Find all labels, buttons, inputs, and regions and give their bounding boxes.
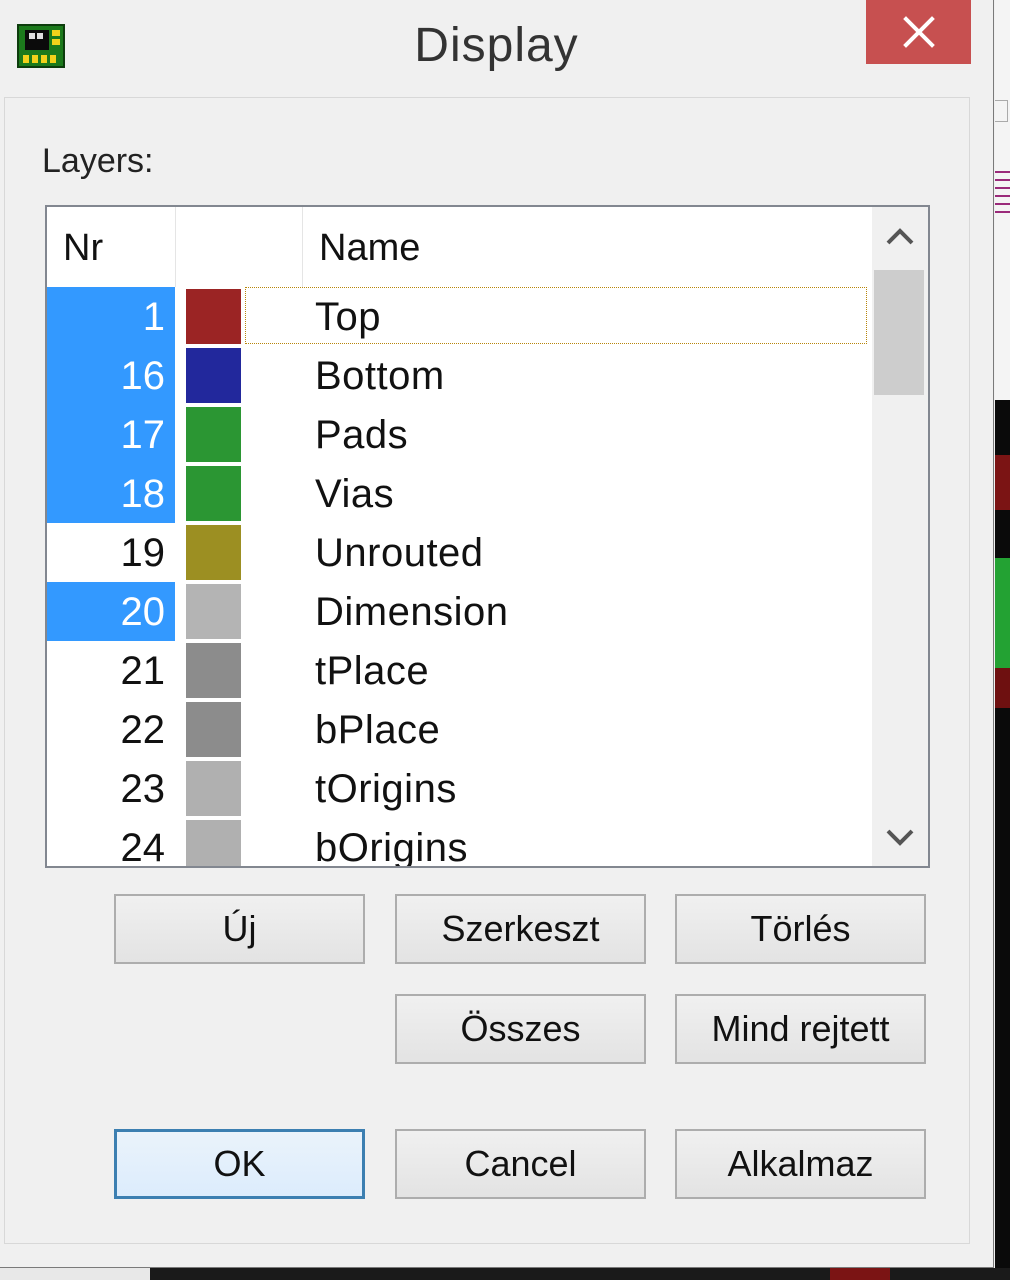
layer-color-swatch: [186, 761, 241, 816]
background-app-strip: [995, 0, 1010, 1280]
layer-number: 16: [47, 346, 175, 405]
scrollbar-thumb[interactable]: [874, 270, 924, 395]
layer-color-swatch: [186, 466, 241, 521]
delete-layer-button[interactable]: Törlés: [675, 894, 926, 964]
chevron-up-icon: [886, 228, 914, 245]
background-window-edge: [995, 100, 1008, 122]
layer-color-swatch: [186, 407, 241, 462]
ok-button[interactable]: OK: [114, 1129, 365, 1199]
window-title: Display: [414, 19, 579, 72]
apply-button[interactable]: Alkalmaz: [675, 1129, 926, 1199]
layer-row[interactable]: 17 Pads: [47, 405, 872, 464]
close-button[interactable]: [866, 0, 971, 64]
background-canvas-red-2: [995, 668, 1010, 708]
layer-number: 17: [47, 405, 175, 464]
list-header: Nr Name: [47, 207, 872, 287]
column-separator: [302, 207, 303, 287]
layer-name: Vias: [315, 472, 395, 516]
focus-rectangle: [245, 287, 867, 344]
layer-color-swatch: [186, 289, 241, 344]
layer-color-swatch: [186, 348, 241, 403]
background-taskbar-red: [830, 1268, 890, 1280]
layer-name: bPlace: [315, 708, 441, 752]
layer-row[interactable]: 16 Bottom: [47, 346, 872, 405]
layer-color-swatch: [186, 820, 241, 866]
layer-row[interactable]: 21 tPlace: [47, 641, 872, 700]
vertical-scrollbar[interactable]: [872, 207, 928, 866]
layer-name: Pads: [315, 413, 409, 457]
layer-name: Unrouted: [315, 531, 484, 575]
layer-number: 23: [120, 767, 166, 811]
column-separator: [175, 207, 176, 287]
layer-number: 21: [120, 649, 166, 693]
edit-layer-button[interactable]: Szerkeszt: [395, 894, 646, 964]
chevron-down-icon: [886, 829, 914, 846]
layer-color-swatch: [186, 643, 241, 698]
layer-row[interactable]: 1 Top: [47, 287, 872, 346]
background-canvas: [995, 400, 1010, 1280]
background-taskbar-segment: [0, 1268, 150, 1280]
layer-color-swatch: [186, 525, 241, 580]
scroll-down-button[interactable]: [872, 807, 928, 866]
layer-name: bOrigins: [315, 826, 468, 868]
layer-row[interactable]: 19 Unrouted: [47, 523, 872, 582]
hide-all-button[interactable]: Mind rejtett: [675, 994, 926, 1064]
layer-row[interactable]: 18 Vias: [47, 464, 872, 523]
layer-name: Dimension: [315, 590, 509, 634]
layer-name: tPlace: [315, 649, 430, 693]
layer-color-swatch: [186, 702, 241, 757]
scroll-up-button[interactable]: [872, 207, 928, 267]
layer-number: 22: [120, 708, 166, 752]
show-all-button[interactable]: Összes: [395, 994, 646, 1064]
background-canvas-red: [995, 455, 1010, 510]
title-bar: Display: [0, 0, 993, 96]
background-bottom-strip: [0, 1268, 1010, 1280]
layer-number: 19: [120, 531, 166, 575]
cancel-button[interactable]: Cancel: [395, 1129, 646, 1199]
background-traces: [995, 165, 1010, 215]
column-header-name[interactable]: Name: [319, 207, 420, 287]
layer-number: 18: [47, 464, 175, 523]
layers-label: Layers:: [42, 142, 154, 180]
layer-name: tOrigins: [315, 767, 457, 811]
layer-number: 1: [47, 287, 175, 346]
layer-name: Bottom: [315, 354, 445, 398]
new-layer-button[interactable]: Új: [114, 894, 365, 964]
background-canvas-green: [995, 558, 1010, 668]
column-header-nr[interactable]: Nr: [63, 207, 103, 287]
layer-row[interactable]: 24 bOrigins: [47, 818, 872, 868]
layer-number: 20: [47, 582, 175, 641]
layer-number: 24: [120, 826, 166, 868]
layer-row[interactable]: 20 Dimension: [47, 582, 872, 641]
layer-row[interactable]: 22 bPlace: [47, 700, 872, 759]
close-icon: [902, 16, 935, 48]
display-dialog: Display Layers: Nr Name 1 Top 16 Bottom 17 Pa…: [0, 0, 994, 1268]
layers-list[interactable]: Nr Name 1 Top 16 Bottom 17 Pads 18 Vias 19 Unrout…: [45, 205, 930, 868]
layer-row[interactable]: 23 tOrigins: [47, 759, 872, 818]
layer-color-swatch: [186, 584, 241, 639]
